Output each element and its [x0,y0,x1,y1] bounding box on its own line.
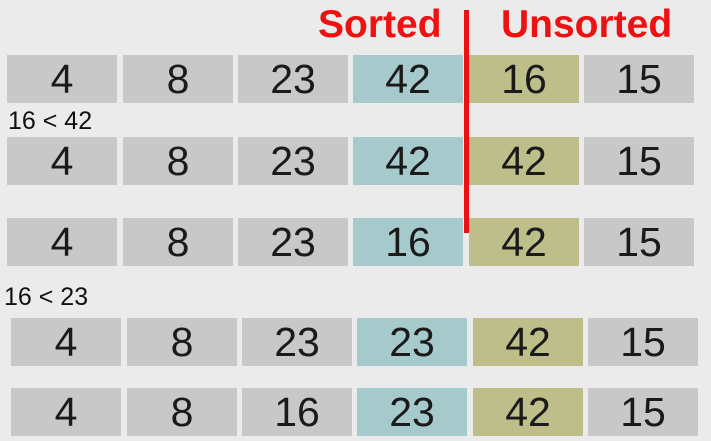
array-cell: 15 [584,137,694,185]
array-cell: 42 [469,218,579,266]
array-cell: 15 [588,318,698,366]
array-cell: 8 [127,388,237,436]
array-cell: 8 [123,137,233,185]
sorted-unsorted-divider [464,10,469,233]
array-row: 4 8 23 42 16 15 [0,55,711,103]
array-cell: 23 [357,388,467,436]
array-cell: 23 [238,218,348,266]
array-cell: 16 [469,55,579,103]
array-row: 4 8 23 16 42 15 [0,218,711,266]
array-cell: 42 [469,137,579,185]
array-cell: 23 [238,55,348,103]
array-cell: 4 [7,218,117,266]
array-cell: 4 [7,137,117,185]
array-cell: 8 [123,218,233,266]
array-cell: 15 [584,55,694,103]
array-row: 4 8 16 23 42 15 [0,388,711,436]
array-cell: 42 [473,318,583,366]
array-cell: 42 [353,137,463,185]
array-cell: 16 [242,388,352,436]
sorted-header: Sorted [318,3,442,46]
array-cell: 15 [588,388,698,436]
array-cell: 15 [584,218,694,266]
array-cell: 23 [242,318,352,366]
array-cell: 42 [473,388,583,436]
array-row: 4 8 23 23 42 15 [0,318,711,366]
array-cell: 23 [357,318,467,366]
array-cell: 4 [7,55,117,103]
array-cell: 42 [353,55,463,103]
comparison-note: 16 < 23 [4,283,89,311]
array-cell: 4 [11,318,121,366]
array-cell: 4 [11,388,121,436]
array-cell: 16 [353,218,463,266]
array-cell: 8 [123,55,233,103]
comparison-note: 16 < 42 [8,107,93,135]
array-cell: 23 [238,137,348,185]
array-row: 4 8 23 42 42 15 [0,137,711,185]
array-cell: 8 [127,318,237,366]
unsorted-header: Unsorted [501,3,673,46]
